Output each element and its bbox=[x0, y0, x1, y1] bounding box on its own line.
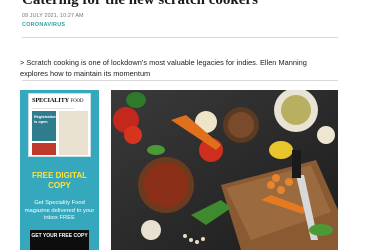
ad-body-text: Get Speciality Food magazine delivered t… bbox=[24, 200, 95, 221]
magazine-cover-image[interactable]: SPECIALITY FOOD ——————————————— Registra… bbox=[28, 93, 91, 157]
magazine-strip bbox=[32, 143, 56, 155]
ad-headline: FREE DIGITAL COPY bbox=[32, 171, 87, 190]
article-date: 09 JULY 2021, 10:27 AM bbox=[22, 13, 84, 19]
article-hero-image bbox=[111, 90, 338, 250]
magazine-logo: SPECIALITY FOOD bbox=[32, 97, 84, 104]
get-free-copy-button[interactable]: GET YOUR FREE COPY bbox=[30, 230, 89, 250]
magazine-rule: ——————————————— bbox=[32, 106, 74, 110]
divider-top bbox=[22, 37, 338, 38]
article-title: Catering for the new scratch cookers bbox=[22, 0, 258, 8]
magazine-photo bbox=[59, 111, 88, 155]
digital-copy-ad[interactable]: SPECIALITY FOOD ——————————————— Registra… bbox=[20, 90, 99, 250]
vegetables-photo bbox=[111, 90, 338, 250]
article-summary: > Scratch cooking is one of lockdown’s m… bbox=[20, 58, 307, 78]
magazine-cover-text: Registration is open bbox=[34, 114, 57, 124]
divider-bottom bbox=[22, 80, 338, 81]
category-link[interactable]: CORONAVIRUS bbox=[22, 22, 65, 28]
